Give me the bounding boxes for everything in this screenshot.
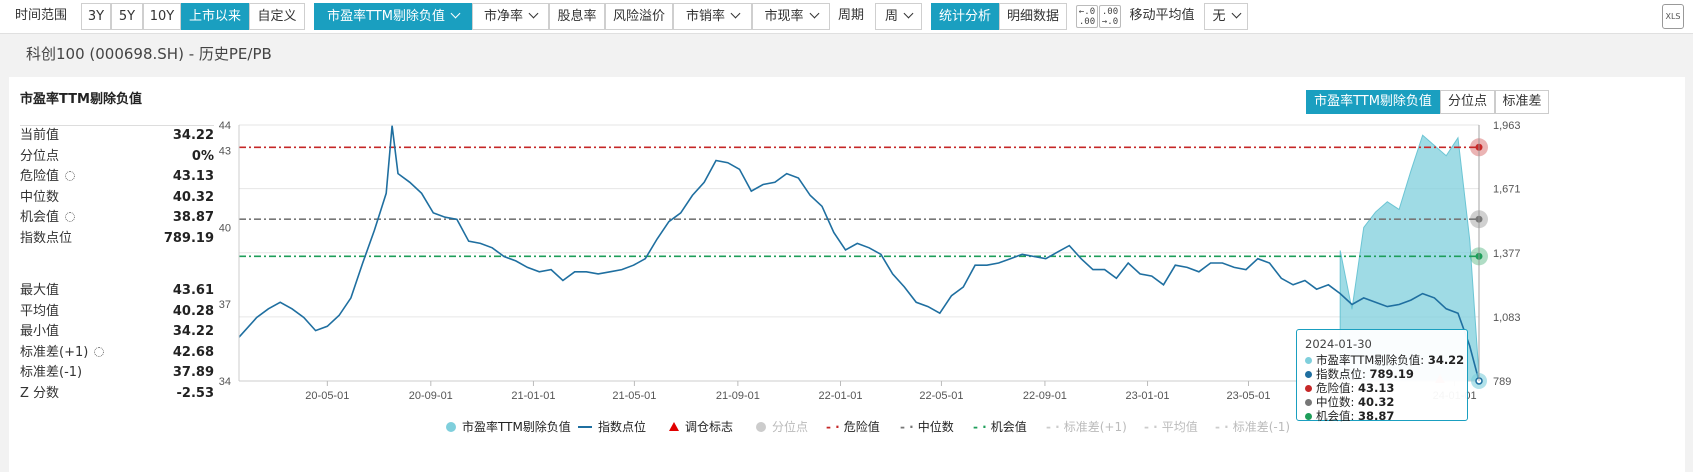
legend-label: 危险值 bbox=[843, 420, 880, 434]
x-axis-tick: 21-01-01 bbox=[511, 390, 555, 402]
x-axis-tick: 22-05-01 bbox=[919, 390, 963, 402]
legend-item[interactable]: - · 标准差(+1) bbox=[1046, 418, 1127, 435]
legend-label: 调仓标志 bbox=[685, 420, 734, 434]
legend-dash-icon: - · bbox=[900, 420, 914, 434]
legend-item[interactable]: - · 平均值 bbox=[1144, 418, 1198, 435]
series-dot-icon bbox=[1305, 399, 1312, 406]
legend-dot-icon bbox=[446, 422, 456, 432]
left-axis-tick: 34 bbox=[219, 376, 231, 388]
x-axis-tick: 20-05-01 bbox=[305, 390, 349, 402]
tooltip-value: 34.22 bbox=[1427, 353, 1465, 367]
tooltip-row: 中位数: 40.32 bbox=[1305, 395, 1459, 409]
legend-dash-icon: - · bbox=[973, 420, 987, 434]
tooltip-date: 2024-01-30 bbox=[1305, 337, 1372, 351]
legend-item[interactable]: 指数点位 bbox=[578, 418, 646, 435]
legend-item[interactable]: - · 中位数 bbox=[900, 418, 954, 435]
left-axis-tick: 43 bbox=[219, 146, 231, 158]
x-axis-tick: 22-09-01 bbox=[1023, 390, 1067, 402]
tooltip-row: 危险值: 43.13 bbox=[1305, 381, 1459, 395]
left-axis-tick: 37 bbox=[219, 299, 231, 311]
legend-dash-icon: - · bbox=[1144, 420, 1158, 434]
x-axis-tick: 21-05-01 bbox=[612, 390, 656, 402]
legend-dash-icon: - · bbox=[1046, 420, 1060, 434]
legend-label: 标准差(-1) bbox=[1232, 420, 1291, 434]
legend-dash-icon: - · bbox=[826, 420, 840, 434]
tooltip-value: 43.13 bbox=[1358, 381, 1395, 395]
x-axis-tick: 22-01-01 bbox=[818, 390, 862, 402]
legend-item[interactable]: 分位点 bbox=[756, 418, 808, 435]
legend-dot-icon bbox=[756, 422, 766, 432]
x-axis-tick: 20-09-01 bbox=[409, 390, 453, 402]
tooltip-value: 789.19 bbox=[1369, 367, 1414, 381]
tooltip-row: 市盈率TTM剔除负值: 34.22 bbox=[1305, 353, 1464, 367]
right-axis-tick: 1,963 bbox=[1493, 120, 1521, 132]
tooltip-label: 指数点位: bbox=[1316, 367, 1370, 381]
legend-label: 市盈率TTM剔除负值 bbox=[462, 420, 571, 434]
legend-triangle-icon bbox=[669, 422, 679, 431]
legend-item[interactable]: 市盈率TTM剔除负值 bbox=[446, 418, 571, 435]
legend-label: 中位数 bbox=[917, 420, 954, 434]
legend-label: 分位点 bbox=[772, 420, 809, 434]
tooltip-value: 40.32 bbox=[1358, 395, 1395, 409]
right-axis-tick: 789 bbox=[1493, 376, 1511, 388]
series-dot-icon bbox=[1305, 385, 1312, 392]
legend-dash-icon: - · bbox=[1215, 420, 1229, 434]
right-axis-tick: 1,671 bbox=[1493, 184, 1521, 196]
chart-tooltip: 2024-01-30 市盈率TTM剔除负值: 34.22 指数点位: 789.19… bbox=[1296, 329, 1468, 423]
left-axis-tick: 40 bbox=[219, 222, 231, 234]
tooltip-label: 中位数: bbox=[1316, 395, 1359, 409]
tooltip-row: 指数点位: 789.19 bbox=[1305, 367, 1459, 381]
left-axis-tick: 44 bbox=[219, 120, 231, 132]
legend-label: 指数点位 bbox=[598, 420, 647, 434]
legend-label: 机会值 bbox=[990, 420, 1027, 434]
x-axis-tick: 23-05-01 bbox=[1226, 390, 1270, 402]
index-line-series bbox=[238, 125, 1480, 382]
legend-item[interactable]: 调仓标志 bbox=[669, 418, 733, 435]
series-dot-icon bbox=[1305, 357, 1312, 364]
x-axis-tick: 21-09-01 bbox=[716, 390, 760, 402]
reference-lines bbox=[239, 146, 1479, 258]
right-axis-tick: 1,083 bbox=[1493, 312, 1521, 324]
legend-label: 标准差(+1) bbox=[1063, 420, 1127, 434]
tooltip-label: 危险值: bbox=[1316, 381, 1359, 395]
index-line bbox=[238, 125, 1480, 382]
chart-legend: 市盈率TTM剔除负值 指数点位 调仓标志 分位点 - · 危险值 - · 中位数 - · 机会值 -… bbox=[0, 418, 1693, 434]
x-axis-tick: 23-01-01 bbox=[1126, 390, 1170, 402]
right-axis-tick: 1,377 bbox=[1493, 248, 1521, 260]
legend-label: 平均值 bbox=[1161, 420, 1198, 434]
tooltip-label: 市盈率TTM剔除负值: bbox=[1316, 353, 1428, 367]
legend-item[interactable]: - · 机会值 bbox=[973, 418, 1027, 435]
grid bbox=[239, 124, 1479, 382]
legend-line-icon bbox=[578, 426, 592, 428]
legend-item[interactable]: - · 标准差(-1) bbox=[1215, 418, 1290, 435]
series-dot-icon bbox=[1305, 371, 1312, 378]
legend-item[interactable]: - · 危险值 bbox=[826, 418, 880, 435]
